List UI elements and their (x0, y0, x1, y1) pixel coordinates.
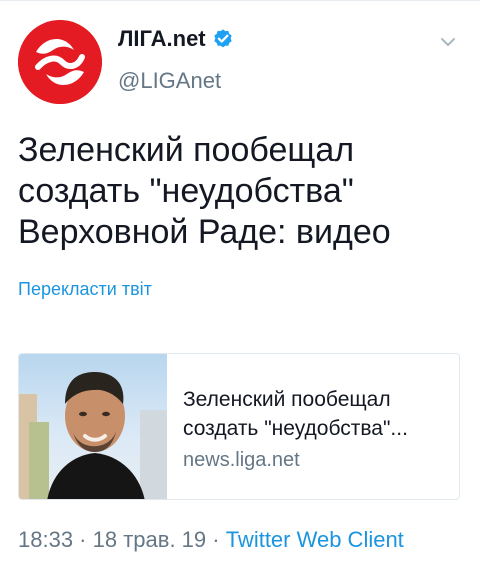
tweet-client-link[interactable]: Twitter Web Client (226, 527, 404, 552)
account-name-row[interactable]: ЛІГА.net (118, 28, 234, 50)
display-name[interactable]: ЛІГА.net (118, 28, 206, 50)
account-handle[interactable]: @LIGAnet (118, 70, 221, 92)
card-thumbnail (19, 354, 167, 499)
tweet-header: ЛІГА.net @LIGAnet (18, 20, 462, 110)
tweet-date[interactable]: 18 трав. 19 (93, 527, 207, 552)
liga-logo-icon (18, 20, 102, 104)
link-preview-card[interactable]: Зеленский пообещал создать "неудобства".… (18, 353, 460, 500)
tweet-text: Зеленский пообещал создать "неудобства" … (18, 131, 391, 251)
chevron-down-icon[interactable] (434, 28, 462, 56)
translate-tweet-link[interactable]: Перекласти твіт (18, 278, 152, 300)
meta-separator: · (73, 527, 93, 552)
tweet-time[interactable]: 18:33 (18, 527, 73, 552)
top-divider (0, 0, 480, 1)
card-title[interactable]: Зеленский пообещал создать "неудобства".… (183, 385, 443, 443)
verified-badge-icon (212, 28, 234, 50)
card-domain[interactable]: news.liga.net (183, 448, 300, 472)
avatar[interactable] (18, 20, 102, 104)
tweet-meta: 18:33 · 18 трав. 19 · Twitter Web Client (18, 527, 404, 553)
man-portrait-thumbnail (19, 354, 167, 499)
meta-separator: · (206, 527, 226, 552)
